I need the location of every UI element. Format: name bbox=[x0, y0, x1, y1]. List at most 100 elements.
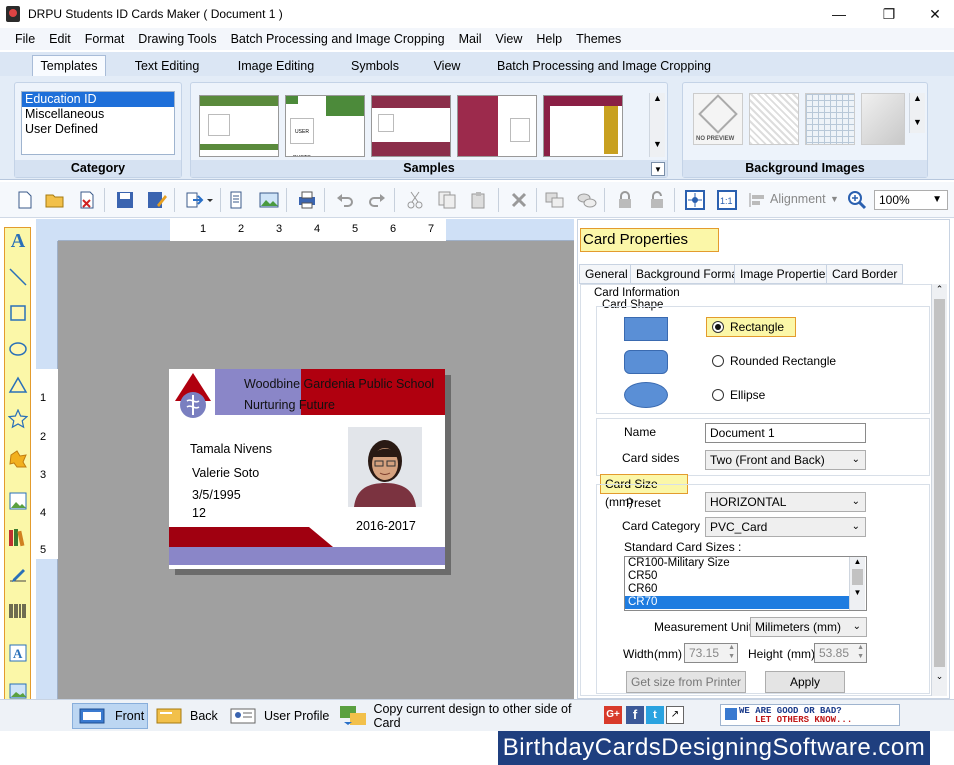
redo-icon[interactable] bbox=[366, 190, 388, 210]
get-size-from-printer-button[interactable]: Get size from Printer bbox=[626, 671, 746, 693]
library-tool-icon[interactable] bbox=[7, 526, 29, 548]
tab-text-editing[interactable]: Text Editing bbox=[128, 55, 206, 76]
tab-general[interactable]: General bbox=[579, 264, 634, 284]
samples-expand-icon[interactable]: ▼ bbox=[651, 162, 665, 176]
card-name-1[interactable]: Tamala Nivens bbox=[190, 442, 272, 456]
cut-icon[interactable] bbox=[404, 190, 426, 210]
signature-tool-icon[interactable] bbox=[7, 564, 29, 586]
menu-view[interactable]: View bbox=[489, 32, 530, 46]
background-thumb-4[interactable] bbox=[861, 93, 905, 145]
share-icon[interactable]: ↗ bbox=[666, 706, 684, 724]
samples-scrollbar[interactable]: ▲ ▼ bbox=[649, 93, 665, 157]
watermark-tool-icon[interactable]: A bbox=[7, 642, 29, 664]
tab-batch-processing[interactable]: Batch Processing and Image Cropping bbox=[496, 55, 712, 76]
sample-template-3[interactable] bbox=[371, 95, 451, 157]
actual-size-icon[interactable]: 1:1 bbox=[716, 190, 738, 210]
card-dob[interactable]: 3/5/1995 bbox=[192, 488, 241, 502]
delete-icon[interactable] bbox=[508, 190, 530, 210]
category-user-defined[interactable]: User Defined bbox=[22, 122, 174, 137]
preset-select[interactable]: HORIZONTAL ⌄ bbox=[705, 492, 866, 512]
facebook-icon[interactable]: f bbox=[626, 706, 644, 724]
student-photo[interactable] bbox=[348, 427, 422, 507]
id-card[interactable]: Woodbine Gardenia Public School Nurturin… bbox=[169, 369, 445, 569]
rectangle-tool-icon[interactable] bbox=[7, 302, 29, 324]
name-field[interactable]: Document 1 bbox=[705, 423, 866, 443]
fit-to-window-icon[interactable] bbox=[684, 190, 706, 210]
menu-edit[interactable]: Edit bbox=[42, 32, 78, 46]
card-school-name[interactable]: Woodbine Gardenia Public School bbox=[244, 377, 434, 391]
category-education-id[interactable]: Education ID bbox=[22, 92, 174, 107]
shapes-tool-icon[interactable] bbox=[7, 448, 29, 470]
image-tool-icon[interactable] bbox=[7, 490, 29, 512]
image-icon[interactable] bbox=[258, 190, 280, 210]
category-list[interactable]: Education ID Miscellaneous User Defined bbox=[21, 91, 175, 155]
alignment-dropdown-icon[interactable]: ▼ bbox=[830, 194, 839, 204]
props-scroll-thumb[interactable] bbox=[934, 299, 945, 667]
menu-help[interactable]: Help bbox=[529, 32, 569, 46]
props-scroll-down-icon[interactable]: ⌄ bbox=[932, 671, 947, 682]
menu-drawing-tools[interactable]: Drawing Tools bbox=[131, 32, 223, 46]
sizes-scroll-down-icon[interactable]: ▼ bbox=[850, 588, 865, 597]
tab-background-format[interactable]: Background Format bbox=[630, 264, 748, 284]
card-grade[interactable]: 12 bbox=[192, 506, 206, 520]
card-name-2[interactable]: Valerie Soto bbox=[192, 466, 259, 480]
menu-themes[interactable]: Themes bbox=[569, 32, 628, 46]
rectangle-shape-icon[interactable] bbox=[624, 317, 668, 341]
paste-icon[interactable] bbox=[468, 190, 490, 210]
size-option-cr100[interactable]: CR100-Military Size bbox=[625, 557, 866, 570]
rectangle-radio[interactable] bbox=[712, 321, 724, 333]
width-spinner-icon[interactable]: ▲ ▼ bbox=[728, 643, 735, 661]
zoom-select[interactable]: 100% ▼ bbox=[874, 190, 948, 210]
feedback-button[interactable]: WE ARE GOOD OR BAD? LET OTHERS KNOW... bbox=[720, 704, 900, 726]
measurement-unit-select[interactable]: Milimeters (mm) ⌄ bbox=[750, 617, 867, 637]
edit-document-icon[interactable] bbox=[226, 190, 248, 210]
bg-scroll-down-icon[interactable]: ▼ bbox=[910, 117, 925, 127]
unlock-icon[interactable] bbox=[646, 190, 668, 210]
tab-view[interactable]: View bbox=[426, 55, 468, 76]
twitter-icon[interactable]: t bbox=[646, 706, 664, 724]
group-icon[interactable] bbox=[544, 190, 566, 210]
barcode-tool-icon[interactable] bbox=[7, 600, 29, 622]
sizes-scrollbar[interactable]: ▲ ▼ bbox=[849, 557, 865, 610]
no-preview-thumb[interactable]: NO PREVIEW bbox=[693, 93, 743, 145]
card-sides-select[interactable]: Two (Front and Back) ⌄ bbox=[705, 450, 866, 470]
sample-template-4[interactable] bbox=[457, 95, 537, 157]
properties-scrollbar[interactable]: ⌃ ⌄ bbox=[931, 284, 947, 696]
minimize-button[interactable]: — bbox=[816, 0, 862, 28]
menu-file[interactable]: File bbox=[8, 32, 42, 46]
background-thumb-3[interactable] bbox=[805, 93, 855, 145]
sizes-scroll-thumb[interactable] bbox=[852, 569, 863, 585]
ungroup-icon[interactable] bbox=[576, 190, 598, 210]
card-motto[interactable]: Nurturing Future bbox=[244, 398, 335, 412]
back-button[interactable]: Back bbox=[156, 703, 222, 729]
scroll-down-icon[interactable]: ▼ bbox=[650, 139, 665, 149]
tab-card-border[interactable]: Card Border bbox=[826, 264, 904, 284]
google-plus-icon[interactable]: G+ bbox=[604, 706, 622, 724]
line-tool-icon[interactable] bbox=[7, 266, 29, 288]
size-option-cr70[interactable]: CR70 bbox=[625, 596, 849, 609]
print-icon[interactable] bbox=[296, 190, 318, 210]
restore-button[interactable]: ❐ bbox=[866, 0, 912, 28]
height-field[interactable]: 53.85 ▲ ▼ bbox=[814, 643, 867, 663]
tab-image-properties[interactable]: Image Properties bbox=[734, 264, 838, 284]
close-button[interactable]: ✕ bbox=[912, 0, 954, 28]
rectangle-label[interactable]: Rectangle bbox=[730, 320, 784, 334]
props-scroll-up-icon[interactable]: ⌃ bbox=[932, 284, 947, 295]
tab-templates[interactable]: Templates bbox=[32, 55, 106, 76]
tab-symbols[interactable]: Symbols bbox=[342, 55, 408, 76]
menu-mail[interactable]: Mail bbox=[452, 32, 489, 46]
width-field[interactable]: 73.15 ▲ ▼ bbox=[684, 643, 738, 663]
size-option-cr60[interactable]: CR60 bbox=[625, 583, 866, 596]
size-option-cr50[interactable]: CR50 bbox=[625, 570, 866, 583]
bg-scroll-up-icon[interactable]: ▲ bbox=[910, 93, 925, 103]
save-icon[interactable] bbox=[114, 190, 136, 210]
close-document-icon[interactable] bbox=[76, 190, 98, 210]
apply-button[interactable]: Apply bbox=[765, 671, 845, 693]
export-icon[interactable] bbox=[184, 190, 214, 210]
new-document-icon[interactable] bbox=[14, 190, 36, 210]
undo-icon[interactable] bbox=[334, 190, 356, 210]
alignment-icon[interactable] bbox=[746, 190, 768, 210]
front-button[interactable]: Front bbox=[72, 703, 148, 729]
menu-format[interactable]: Format bbox=[78, 32, 132, 46]
text-tool-icon[interactable]: A bbox=[7, 230, 29, 252]
